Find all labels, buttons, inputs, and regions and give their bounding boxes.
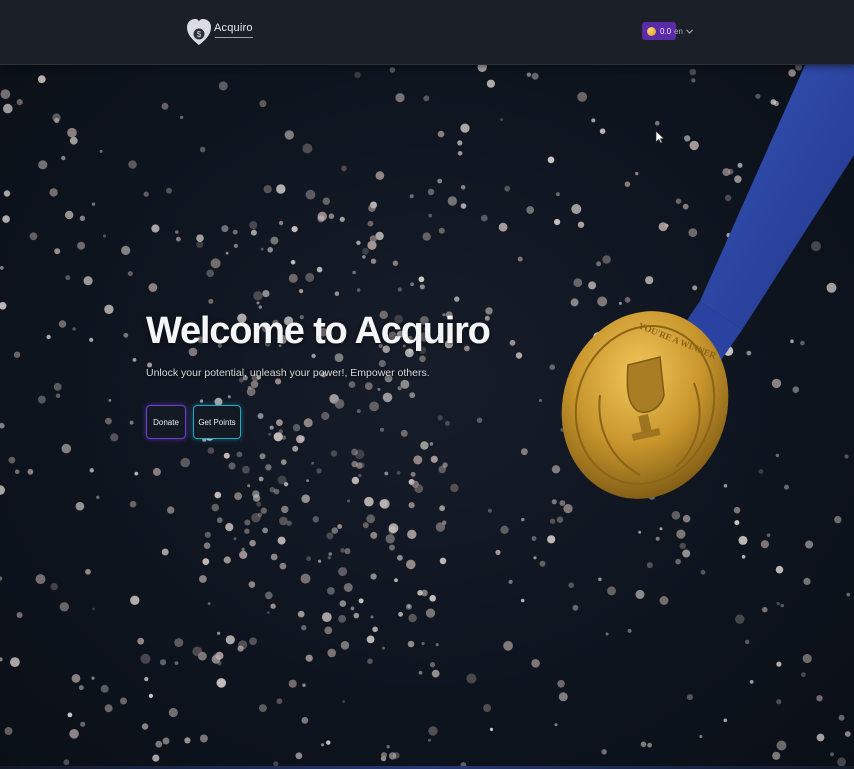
chevron-down-icon <box>685 28 693 34</box>
points-value: 0.0 <box>660 26 672 36</box>
top-navbar: $ Acquiro 0.0 en <box>0 0 854 65</box>
donate-button[interactable]: Donate <box>146 405 186 439</box>
hero-section: YOU'RE A WINNER Welcome to Acquiro Unloc… <box>0 65 854 766</box>
language-value: en <box>674 26 683 36</box>
hero-content: Welcome to Acquiro Unlock your potential… <box>146 310 491 439</box>
coin-icon <box>647 26 656 36</box>
language-selector[interactable]: en <box>674 24 693 38</box>
brand-name: Acquiro <box>214 22 253 38</box>
hero-actions: Donate Get Points <box>146 405 490 439</box>
get-points-button[interactable]: Get Points <box>193 405 241 439</box>
points-balance-badge[interactable]: 0.0 <box>642 22 677 40</box>
hero-subtitle: Unlock your potential, unleash your powe… <box>146 367 430 379</box>
heart-coin-logo-icon: $ <box>187 19 211 45</box>
hero-title: Welcome to Acquiro <box>146 310 491 352</box>
brand-logo[interactable]: $ Acquiro <box>186 14 253 50</box>
mouse-cursor-icon <box>655 130 665 144</box>
svg-text:$: $ <box>197 30 202 39</box>
